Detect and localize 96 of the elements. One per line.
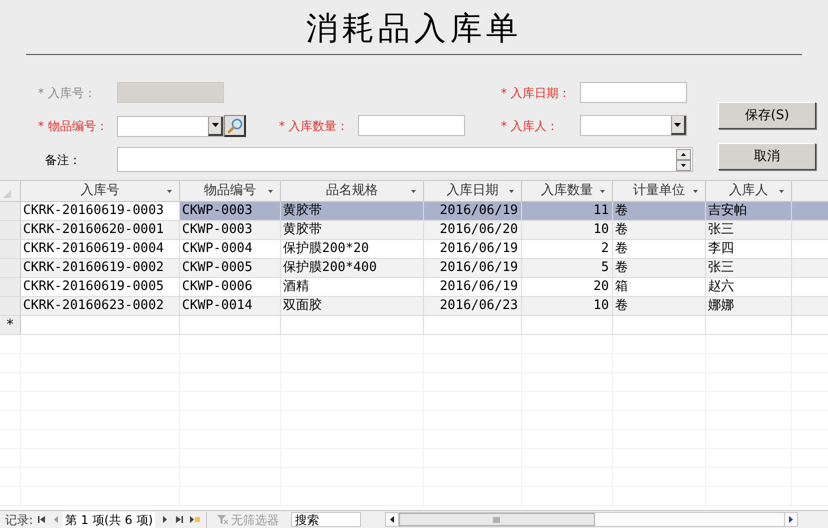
table-cell: 卷 xyxy=(613,259,706,277)
column-header[interactable]: 入库人 xyxy=(706,181,792,201)
scrollbar-thumb[interactable] xyxy=(398,513,595,526)
table-cell: 5 xyxy=(522,259,613,277)
search-field[interactable]: 搜索 xyxy=(290,512,361,527)
table-cell: CKRK-20160620-0001 xyxy=(21,221,180,239)
column-header[interactable]: 入库日期 xyxy=(424,181,522,201)
table-cell: 20 xyxy=(522,278,613,296)
input-field[interactable] xyxy=(580,82,687,103)
horizontal-scrollbar[interactable] xyxy=(384,512,798,527)
new-record-icon[interactable] xyxy=(190,516,200,523)
search-button[interactable] xyxy=(224,115,246,137)
table-cell: 2 xyxy=(522,240,613,258)
field-label: * 入库号： xyxy=(38,84,97,102)
table-cell: 赵六 xyxy=(706,278,792,296)
table-cell: 2016/06/20 xyxy=(424,221,522,239)
dropdown-icon[interactable] xyxy=(670,116,686,135)
combo-box[interactable] xyxy=(580,115,687,136)
corner-triangle-icon xyxy=(3,190,11,198)
table-cell: 卷 xyxy=(613,240,706,258)
table-row[interactable]: CKRK-20160619-0004 CKWP-0004 保护膜200*20 2016/06/19 2 卷 李四 xyxy=(0,240,828,259)
form-title: 消耗品入库单 xyxy=(306,8,522,48)
scroll-down-icon[interactable] xyxy=(676,160,691,170)
table-cell: 李四 xyxy=(706,240,792,258)
table-cell: 箱 xyxy=(613,278,706,296)
field-label: * 入库数量： xyxy=(278,118,350,134)
table-cell: CKWP-0014 xyxy=(180,297,281,315)
table-cell: 2016/06/19 xyxy=(424,278,522,296)
table-cell: 双面胶 xyxy=(281,297,424,315)
scroll-up-icon[interactable] xyxy=(676,148,691,160)
table-cell: 2016/06/19 xyxy=(424,202,522,220)
field-label: 备注： xyxy=(44,152,82,168)
combo-box[interactable] xyxy=(117,116,224,136)
field-label: * 物品编号： xyxy=(38,118,109,135)
form-button[interactable]: 保存(S) xyxy=(718,102,816,129)
table-cell: 2016/06/23 xyxy=(424,297,522,315)
table-cell: CKWP-0004 xyxy=(180,240,281,258)
table-row[interactable]: CKRK-20160619-0003 CKWP-0003 黄胶带 2016/06/19 11 卷 吉安帕 xyxy=(0,202,828,221)
table-cell: CKRK-20160619-0004 xyxy=(21,240,180,258)
record-label: 记录: xyxy=(5,512,34,528)
sort-caret-icon[interactable] xyxy=(167,190,172,193)
memo-field[interactable] xyxy=(117,147,693,172)
table-cell: 卷 xyxy=(613,221,706,239)
form-button[interactable]: 取消 xyxy=(718,143,816,170)
record-position-field[interactable]: 第 1 项(共 6 项) xyxy=(63,512,155,528)
sort-caret-icon[interactable] xyxy=(268,190,273,193)
table-row[interactable]: CKRK-20160619-0005 CKWP-0006 酒精 2016/06/19 20 箱 赵六 xyxy=(0,278,828,297)
sort-caret-icon[interactable] xyxy=(779,190,784,193)
column-header[interactable]: 品名规格 xyxy=(281,181,424,201)
table-row[interactable]: CKRK-20160619-0002 CKWP-0005 保护膜200*400 2016/06/19 5 卷 张三 xyxy=(0,259,828,278)
table-cell: 张三 xyxy=(706,221,792,239)
table-cell: 保护膜200*400 xyxy=(281,259,424,277)
table-cell: 10 xyxy=(522,297,613,315)
last-record-icon[interactable] xyxy=(176,516,183,523)
dropdown-icon[interactable] xyxy=(208,116,223,136)
table-cell: 娜娜 xyxy=(706,297,792,315)
next-record-icon[interactable] xyxy=(162,516,167,523)
sort-caret-icon[interactable] xyxy=(693,190,698,193)
filter-icon xyxy=(216,514,228,524)
table-cell: 11 xyxy=(522,202,613,220)
table-cell: CKRK-20160619-0003 xyxy=(21,202,180,220)
table-cell: 吉安帕 xyxy=(706,202,792,220)
column-header[interactable]: 物品编号 xyxy=(180,181,281,201)
sort-caret-icon[interactable] xyxy=(411,190,416,193)
field-label: * 入库人： xyxy=(500,118,560,134)
table-row[interactable]: CKRK-20160620-0001 CKWP-0003 黄胶带 2016/06/20 10 卷 张三 xyxy=(0,221,828,240)
scroll-left-icon[interactable] xyxy=(390,516,394,523)
table-cell: CKWP-0005 xyxy=(180,259,281,277)
column-header[interactable]: 计量单位 xyxy=(613,181,706,201)
table-cell: 张三 xyxy=(706,259,792,277)
table-row[interactable]: CKRK-20160623-0002 CKWP-0014 双面胶 2016/06/23 10 卷 娜娜 xyxy=(0,297,828,316)
column-header[interactable]: 入库数量 xyxy=(522,181,613,201)
sort-caret-icon[interactable] xyxy=(600,190,605,193)
table-cell: CKRK-20160619-0005 xyxy=(21,278,180,296)
table-cell: 黄胶带 xyxy=(281,221,424,239)
table-cell: 保护膜200*20 xyxy=(281,240,424,258)
field-label: * 入库日期： xyxy=(500,84,572,102)
table-cell: 2016/06/19 xyxy=(424,259,522,277)
table-cell: 卷 xyxy=(613,202,706,220)
sort-caret-icon[interactable] xyxy=(509,190,514,193)
table-cell: CKWP-0003 xyxy=(180,221,281,239)
table-cell: 黄胶带 xyxy=(281,202,424,220)
table-cell: CKWP-0003 xyxy=(180,202,281,220)
scroll-right-icon[interactable] xyxy=(788,516,793,523)
new-row-marker: * xyxy=(6,318,14,332)
first-record-icon[interactable] xyxy=(38,516,46,523)
table-cell: 酒精 xyxy=(281,278,424,296)
column-header[interactable]: 入库号 xyxy=(21,181,180,201)
table-cell: CKWP-0006 xyxy=(180,278,281,296)
table-cell: CKRK-20160623-0002 xyxy=(21,297,180,315)
table-cell: 2016/06/19 xyxy=(424,240,522,258)
table-cell: 10 xyxy=(522,221,613,239)
input-field[interactable] xyxy=(358,115,465,136)
table-cell: 卷 xyxy=(613,297,706,315)
table-cell: CKRK-20160619-0002 xyxy=(21,259,180,277)
magnifier-icon xyxy=(226,118,242,134)
